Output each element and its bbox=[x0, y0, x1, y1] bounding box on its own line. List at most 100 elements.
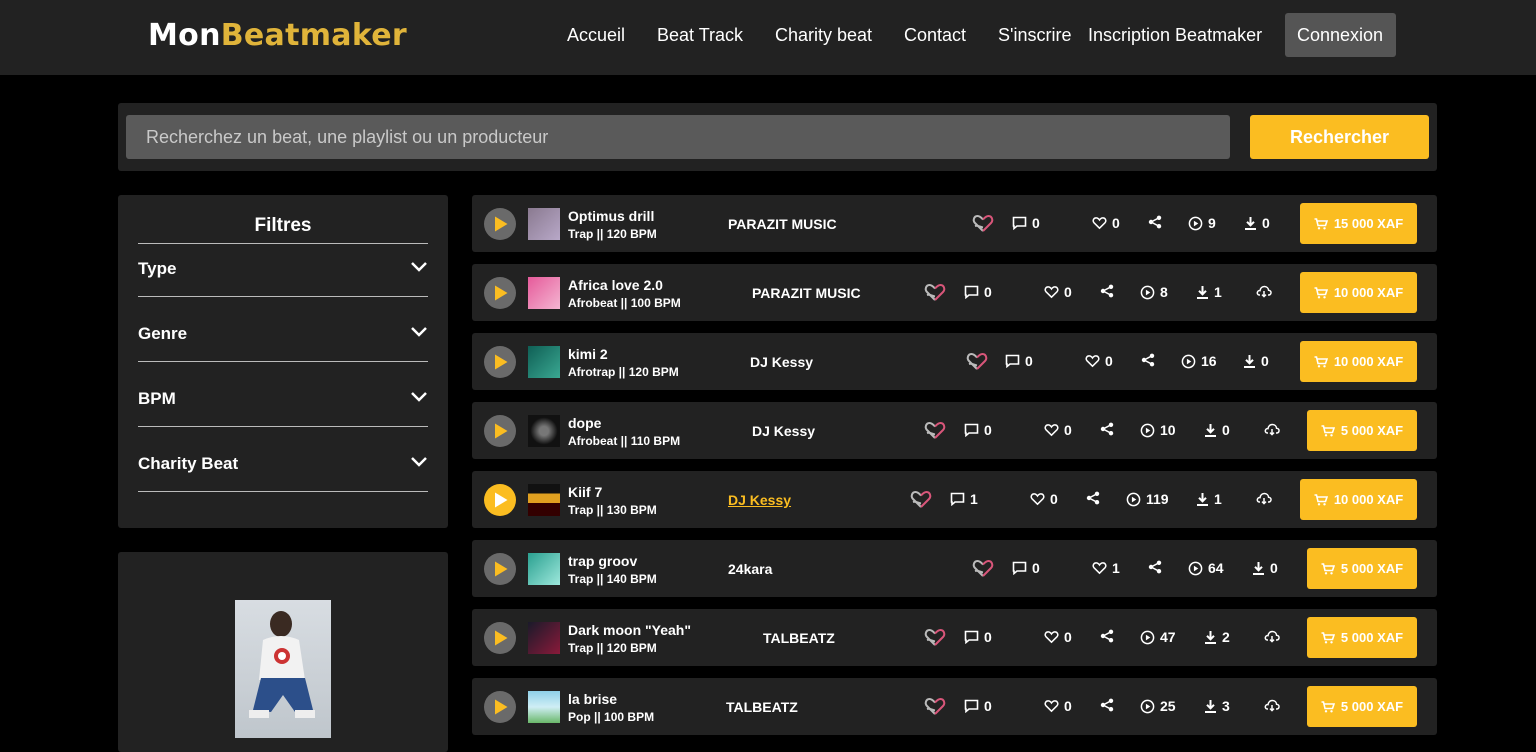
comments-count[interactable]: 0 bbox=[1012, 215, 1040, 231]
buy-price-button[interactable]: 5 000 XAF bbox=[1307, 410, 1417, 451]
nav-contact[interactable]: Contact bbox=[904, 25, 966, 46]
track-cover-image[interactable] bbox=[528, 553, 560, 585]
track-title[interactable]: Dark moon "Yeah" bbox=[568, 622, 691, 638]
producer-photo[interactable] bbox=[235, 600, 331, 738]
track-title[interactable]: trap groov bbox=[568, 553, 637, 569]
downloads-count[interactable]: 0 bbox=[1244, 215, 1270, 231]
track-cover-image[interactable] bbox=[528, 622, 560, 654]
search-button[interactable]: Rechercher bbox=[1250, 115, 1429, 159]
nav-inscription-beatmaker[interactable]: Inscription Beatmaker bbox=[1088, 25, 1262, 46]
track-cover-image[interactable] bbox=[528, 208, 560, 240]
downloads-count[interactable]: 1 bbox=[1196, 284, 1222, 300]
share-button[interactable] bbox=[1100, 629, 1114, 643]
buy-price-button[interactable]: 5 000 XAF bbox=[1307, 686, 1417, 727]
nav-beat-track[interactable]: Beat Track bbox=[657, 25, 743, 46]
producer-name[interactable]: PARAZIT MUSIC bbox=[752, 285, 861, 301]
buy-price-button[interactable]: 5 000 XAF bbox=[1307, 617, 1417, 658]
play-button[interactable] bbox=[484, 346, 516, 378]
comments-count[interactable]: 0 bbox=[964, 629, 992, 645]
likes-count[interactable]: 0 bbox=[1030, 491, 1058, 507]
track-cover-image[interactable] bbox=[528, 691, 560, 723]
comments-count[interactable]: 0 bbox=[964, 698, 992, 714]
producer-name[interactable]: TALBEATZ bbox=[763, 630, 835, 646]
comments-count[interactable]: 0 bbox=[1012, 560, 1040, 576]
play-button[interactable] bbox=[484, 691, 516, 723]
nav-sinscrire[interactable]: S'inscrire bbox=[998, 25, 1071, 46]
cloud-download-icon[interactable] bbox=[1264, 630, 1280, 643]
producer-name[interactable]: DJ Kessy bbox=[752, 423, 815, 439]
comments-count[interactable]: 0 bbox=[1005, 353, 1033, 369]
producer-name[interactable]: PARAZIT MUSIC bbox=[728, 216, 837, 232]
share-button[interactable] bbox=[1086, 491, 1100, 505]
track-title[interactable]: dope bbox=[568, 415, 601, 431]
comments-count[interactable]: 0 bbox=[964, 284, 992, 300]
downloads-count[interactable]: 0 bbox=[1204, 422, 1230, 438]
play-button[interactable] bbox=[484, 484, 516, 516]
producer-name[interactable]: TALBEATZ bbox=[726, 699, 798, 715]
nav-charity-beat[interactable]: Charity beat bbox=[775, 25, 872, 46]
share-button[interactable] bbox=[1148, 560, 1162, 574]
filter-charity-beat[interactable]: Charity Beat bbox=[138, 450, 428, 480]
likes-value: 0 bbox=[1064, 422, 1072, 438]
buy-price-button[interactable]: 10 000 XAF bbox=[1300, 341, 1417, 382]
downloads-count[interactable]: 2 bbox=[1204, 629, 1230, 645]
nav-accueil[interactable]: Accueil bbox=[567, 25, 625, 46]
buy-price-button[interactable]: 5 000 XAF bbox=[1307, 548, 1417, 589]
filter-type[interactable]: Type bbox=[138, 255, 428, 285]
buy-price-button[interactable]: 10 000 XAF bbox=[1300, 272, 1417, 313]
likes-count[interactable]: 0 bbox=[1092, 215, 1120, 231]
free-download-button[interactable] bbox=[1256, 492, 1272, 510]
likes-count[interactable]: 0 bbox=[1044, 629, 1072, 645]
track-title[interactable]: kimi 2 bbox=[568, 346, 608, 362]
cloud-download-icon[interactable] bbox=[1256, 492, 1272, 505]
producer-name[interactable]: DJ Kessy bbox=[728, 492, 791, 508]
likes-count[interactable]: 0 bbox=[1085, 353, 1113, 369]
share-button[interactable] bbox=[1100, 422, 1114, 436]
free-download-button[interactable] bbox=[1256, 285, 1272, 303]
producer-name[interactable]: DJ Kessy bbox=[750, 354, 813, 370]
track-cover-image[interactable] bbox=[528, 484, 560, 516]
cloud-download-icon[interactable] bbox=[1256, 285, 1272, 298]
play-button[interactable] bbox=[484, 415, 516, 447]
downloads-count[interactable]: 0 bbox=[1252, 560, 1278, 576]
free-download-button[interactable] bbox=[1264, 630, 1280, 648]
filter-genre[interactable]: Genre bbox=[138, 320, 428, 350]
play-button[interactable] bbox=[484, 553, 516, 585]
share-button[interactable] bbox=[1148, 215, 1162, 229]
play-button[interactable] bbox=[484, 208, 516, 240]
likes-count[interactable]: 0 bbox=[1044, 698, 1072, 714]
downloads-count[interactable]: 3 bbox=[1204, 698, 1230, 714]
comments-count[interactable]: 1 bbox=[950, 491, 978, 507]
heart-icon bbox=[1044, 700, 1059, 713]
cloud-download-icon[interactable] bbox=[1264, 699, 1280, 712]
track-title[interactable]: la brise bbox=[568, 691, 617, 707]
free-download-button[interactable] bbox=[1264, 423, 1280, 441]
track-title[interactable]: Optimus drill bbox=[568, 208, 654, 224]
play-button[interactable] bbox=[484, 277, 516, 309]
share-button[interactable] bbox=[1100, 284, 1114, 298]
share-button[interactable] bbox=[1100, 698, 1114, 712]
search-input[interactable] bbox=[126, 115, 1230, 159]
producer-name[interactable]: 24kara bbox=[728, 561, 772, 577]
likes-count[interactable]: 0 bbox=[1044, 422, 1072, 438]
free-download-button[interactable] bbox=[1264, 699, 1280, 717]
track-cover-image[interactable] bbox=[528, 346, 560, 378]
cloud-download-icon[interactable] bbox=[1264, 423, 1280, 436]
likes-count[interactable]: 0 bbox=[1044, 284, 1072, 300]
downloads-count[interactable]: 0 bbox=[1243, 353, 1269, 369]
login-button[interactable]: Connexion bbox=[1285, 13, 1396, 57]
track-row: Africa love 2.0 Afrobeat || 100 BPM PARA… bbox=[472, 264, 1437, 321]
likes-count[interactable]: 1 bbox=[1092, 560, 1120, 576]
buy-price-button[interactable]: 10 000 XAF bbox=[1300, 479, 1417, 520]
play-button[interactable] bbox=[484, 622, 516, 654]
track-title[interactable]: Kiif 7 bbox=[568, 484, 602, 500]
share-icon bbox=[1100, 422, 1114, 436]
track-cover-image[interactable] bbox=[528, 277, 560, 309]
track-title[interactable]: Africa love 2.0 bbox=[568, 277, 663, 293]
comments-count[interactable]: 0 bbox=[964, 422, 992, 438]
share-button[interactable] bbox=[1141, 353, 1155, 367]
filter-bpm[interactable]: BPM bbox=[138, 385, 428, 415]
downloads-count[interactable]: 1 bbox=[1196, 491, 1222, 507]
buy-price-button[interactable]: 15 000 XAF bbox=[1300, 203, 1417, 244]
track-cover-image[interactable] bbox=[528, 415, 560, 447]
